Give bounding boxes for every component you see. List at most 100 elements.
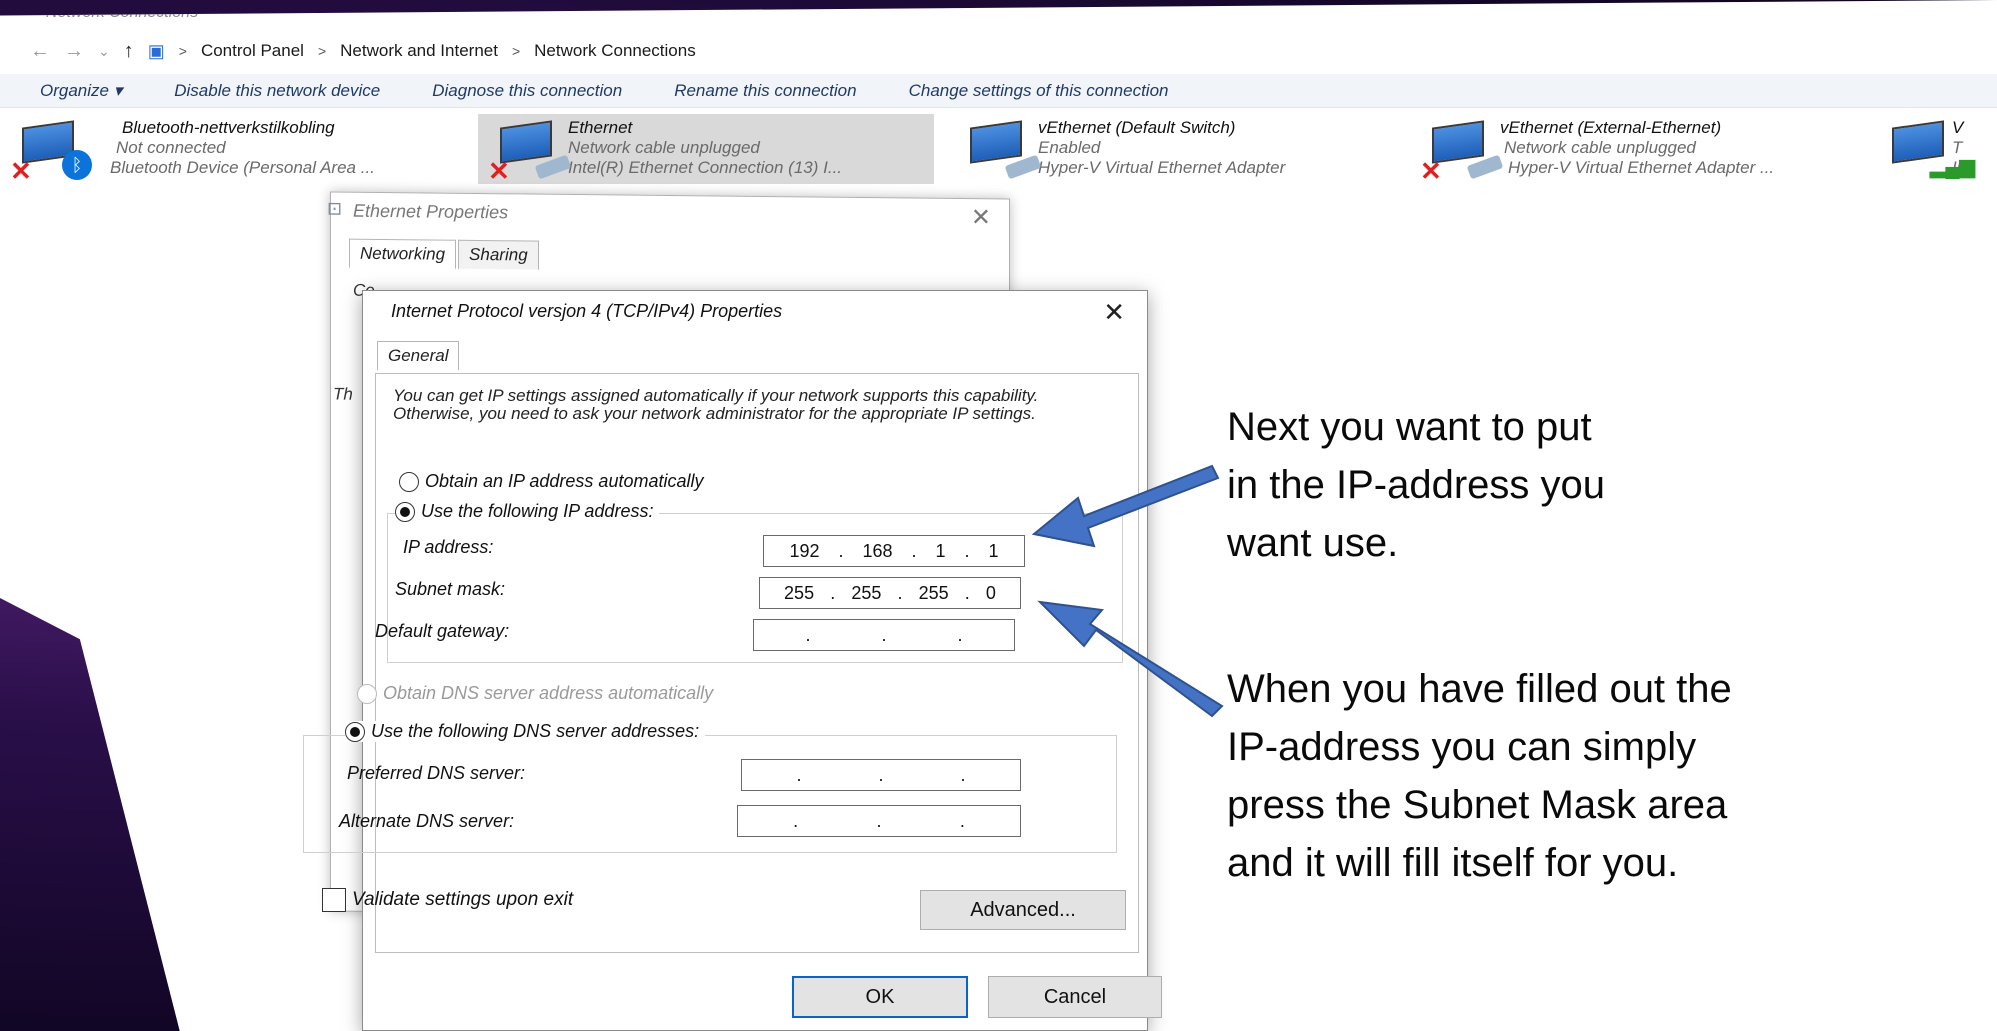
adapter-status: Network cable unplugged [1504,138,1696,157]
adapter-status: Not connected [116,138,226,157]
validate-checkbox[interactable] [322,888,346,912]
default-gateway-label: Default gateway: [375,621,510,641]
ip-octet: 168 [862,540,893,561]
adapter-name: vEthernet (Default Switch) [1038,118,1236,137]
adapter-name: vEthernet (External-Ethernet) [1500,118,1722,137]
subnet-mask-input[interactable]: 255. 255. 255. 0 [759,577,1021,609]
up-arrow-icon[interactable]: ↑ [124,40,134,63]
subnet-octet: 255 [918,582,949,603]
window-title: Network Connections [46,4,199,21]
dialog-title: Internet Protocol versjon 4 (TCP/IPv4) P… [391,301,783,321]
breadcrumb-separator-icon: > [317,43,327,59]
ok-button[interactable]: OK [792,976,968,1018]
ip-octet: 192 [789,540,820,561]
close-icon[interactable]: ✕ [971,203,991,232]
radio-label: Obtain DNS server address automatically [383,683,714,703]
use-dns-option[interactable]: Use the following DNS server addresses: [345,721,706,742]
tab-networking[interactable]: Networking [349,238,457,269]
radio-label: Use the following IP address: [421,501,654,521]
use-ip-option[interactable]: Use the following IP address: [395,501,660,522]
breadcrumb-network-internet[interactable]: Network and Internet [340,41,498,61]
note-line: press the Subnet Mask area [1227,783,1728,827]
disconnected-x-icon: ✕ [488,156,510,186]
adapter-list: ✕ ᛒ Bluetooth-nettverkstilkobling Not co… [0,112,1997,186]
intro-text: You can get IP settings assigned automat… [393,386,1039,423]
ip-octet: 1 [935,540,946,561]
adapter-bluetooth[interactable]: ✕ ᛒ Bluetooth-nettverkstilkobling Not co… [0,114,470,186]
adapter-device: Intel(R) Ethernet Connection (13) I... [568,158,843,177]
radio-label: Obtain an IP address automatically [425,471,704,491]
disconnected-x-icon: ✕ [1420,156,1442,186]
adapter-vethernet-external[interactable]: ✕ vEthernet (External-Ethernet) Network … [1410,114,1880,186]
network-adapter-icon [970,120,1022,164]
cancel-button[interactable]: Cancel [988,976,1162,1018]
tab-strip: Networking Sharing [349,238,539,270]
adapter-status: Enabled [1038,138,1101,157]
dialog-title: Ethernet Properties [353,200,509,223]
adapter-name: Ethernet [568,118,633,137]
checkbox-label: Validate settings upon exit [352,889,574,910]
subnet-octet: 0 [985,582,996,603]
breadcrumb-separator-icon: > [178,43,187,59]
alternate-dns-label: Alternate DNS server: [339,811,515,831]
obtain-dns-auto-option[interactable]: Obtain DNS server address automatically [357,683,713,704]
note-line: and it will fill itself for you. [1227,841,1679,885]
instruction-note-ip: Next you want to put in the IP-address y… [1227,398,1605,572]
ip-address-input[interactable]: 192. 168. 1. 1 [763,535,1025,567]
breadcrumb-network-connections[interactable]: Network Connections [534,41,696,61]
breadcrumb-separator-icon: > [511,43,521,59]
wifi-signal-icon: ▂▄▆ [1930,156,1975,178]
disconnected-x-icon: ✕ [10,156,32,186]
radio-label: Use the following DNS server addresses: [371,721,700,741]
forward-arrow-icon[interactable]: → [64,40,84,63]
command-bar: Organize ▾ Disable this network device D… [0,74,1997,108]
note-line: IP-address you can simply [1227,725,1697,769]
adapter-device: Hyper-V Virtual Ethernet Adapter [1038,158,1286,177]
bluetooth-icon: ᛒ [62,150,92,180]
rename-button[interactable]: Rename this connection [674,81,856,101]
default-gateway-input[interactable]: ... [753,619,1015,651]
note-line: Next you want to put [1227,405,1592,449]
ethernet-cable-icon [1466,154,1504,180]
radio-button[interactable] [357,683,377,704]
validate-settings-option[interactable]: Validate settings upon exit [322,888,573,912]
back-arrow-icon[interactable]: ← [30,40,50,63]
ethernet-cable-icon [534,154,572,180]
network-icon: ⊡ [327,198,343,219]
general-panel [375,373,1139,953]
ethernet-cable-icon [1004,154,1042,180]
diagnose-button[interactable]: Diagnose this connection [432,81,622,101]
alternate-dns-input[interactable]: ... [737,805,1021,837]
chevron-down-icon[interactable]: ⌄ [98,43,110,60]
organize-menu[interactable]: Organize ▾ [40,81,122,101]
close-icon[interactable]: ✕ [1103,297,1125,328]
subnet-octet: 255 [851,582,882,603]
ip-octet: 1 [988,540,999,561]
radio-button[interactable] [395,501,415,522]
note-line: When you have filled out the [1227,667,1732,711]
preferred-dns-input[interactable]: ... [741,759,1021,791]
adapter-status: Network cable unplugged [568,138,760,157]
adapter-device: Hyper-V Virtual Ethernet Adapter ... [1508,158,1775,177]
breadcrumb: ← → ⌄ ↑ ▣ > Control Panel > Network and … [30,36,696,66]
obtain-ip-auto-option[interactable]: Obtain an IP address automatically [399,471,703,492]
items-label: Th [333,384,353,404]
preferred-dns-label: Preferred DNS server: [347,763,526,783]
adapter-vethernet-default[interactable]: vEthernet (Default Switch) Enabled Hyper… [948,114,1388,184]
adapter-ethernet[interactable]: ✕ Ethernet Network cable unplugged Intel… [478,114,934,186]
ip-address-label: IP address: [403,537,494,557]
change-settings-button[interactable]: Change settings of this connection [909,81,1169,101]
disable-device-button[interactable]: Disable this network device [174,81,380,101]
radio-button[interactable] [399,471,419,492]
advanced-button[interactable]: Advanced... [920,890,1126,930]
adapter-wifi[interactable]: ▂▄▆ V T Ir [1870,114,1997,184]
note-line: want use. [1227,521,1399,565]
instruction-note-subnet: When you have filled out the IP-address … [1227,660,1732,892]
tab-sharing[interactable]: Sharing [458,239,539,270]
subnet-mask-label: Subnet mask: [395,579,506,599]
adapter-name: Bluetooth-nettverkstilkobling [122,118,335,137]
radio-button[interactable] [345,721,365,742]
tab-general[interactable]: General [377,341,460,370]
note-line: in the IP-address you [1227,463,1605,507]
breadcrumb-control-panel[interactable]: Control Panel [201,41,304,61]
